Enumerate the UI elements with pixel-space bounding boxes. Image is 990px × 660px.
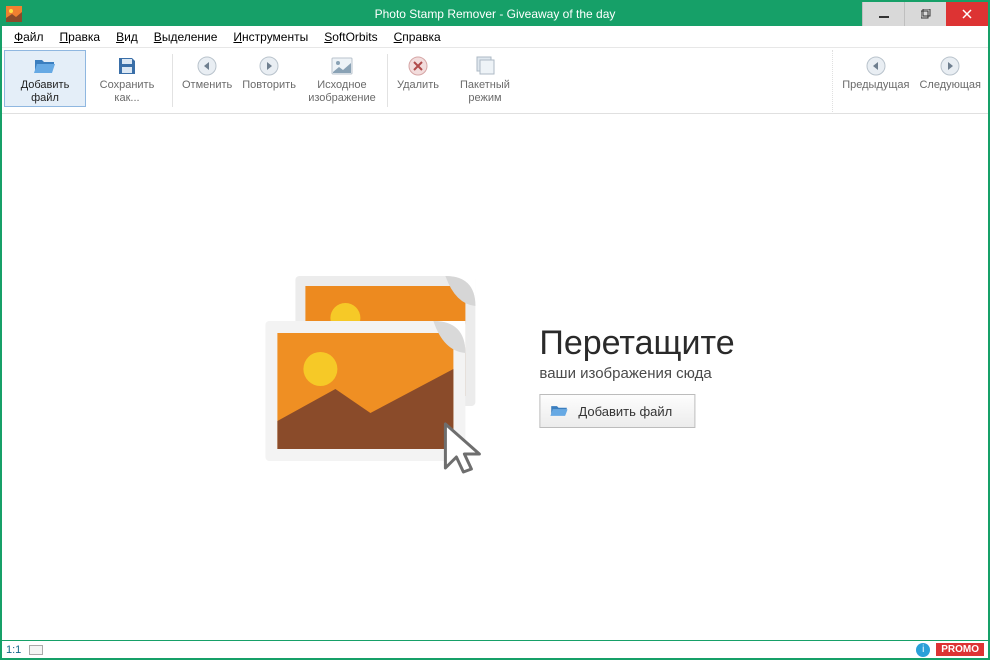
add-file-button-label: Добавить файл (578, 404, 672, 419)
toolbar-separator (172, 54, 173, 107)
toolbar-redo-label: Повторить (242, 79, 296, 92)
undo-icon (196, 55, 218, 77)
delete-icon (407, 55, 429, 77)
window-controls (862, 2, 988, 26)
redo-icon (258, 55, 280, 77)
toolbar-add-file[interactable]: Добавить файл (4, 50, 86, 107)
toolbar-save-as[interactable]: Сохранить как... (86, 50, 168, 107)
toolbar-delete[interactable]: Удалить (392, 50, 444, 95)
toolbar-original[interactable]: Исходное изображение (301, 50, 383, 107)
toolbar-add-file-label: Добавить файл (9, 79, 81, 104)
arrow-right-icon (939, 55, 961, 77)
menu-tools[interactable]: Инструменты (225, 28, 316, 46)
toolbar-redo[interactable]: Повторить (237, 50, 301, 95)
restore-button[interactable] (904, 2, 946, 26)
workspace[interactable]: Перетащите ваши изображения сюда Добавит… (4, 114, 986, 638)
toolbar-prev[interactable]: Предыдущая (837, 50, 914, 95)
batch-icon (474, 55, 496, 77)
folder-open-icon (34, 55, 56, 77)
toolbar-prev-label: Предыдущая (842, 79, 909, 92)
drop-title: Перетащите (539, 324, 734, 363)
zoom-level[interactable]: 1:1 (6, 644, 21, 656)
toolbar-delete-label: Удалить (397, 79, 439, 92)
promo-badge[interactable]: PROMO (936, 643, 984, 656)
toolbar-batch[interactable]: Пакетный режим (444, 50, 526, 107)
drop-hint: Перетащите ваши изображения сюда Добавит… (255, 266, 734, 486)
menu-edit[interactable]: Правка (52, 28, 109, 46)
toolbar-separator (387, 54, 388, 107)
toolbar-save-as-label: Сохранить как... (91, 79, 163, 104)
toolbar-undo-label: Отменить (182, 79, 232, 92)
menu-view[interactable]: Вид (108, 28, 146, 46)
titlebar: Photo Stamp Remover - Giveaway of the da… (2, 2, 988, 26)
toolbar-undo[interactable]: Отменить (177, 50, 237, 95)
save-icon (116, 55, 138, 77)
toolbar-original-label: Исходное изображение (306, 79, 378, 104)
arrow-left-icon (865, 55, 887, 77)
toolbar-next[interactable]: Следующая (914, 50, 986, 95)
menu-file[interactable]: Файл (6, 28, 52, 46)
toolbar-batch-label: Пакетный режим (449, 79, 521, 104)
close-button[interactable] (946, 2, 988, 26)
menu-bar: Файл Правка Вид Выделение Инструменты So… (2, 26, 988, 48)
menu-help[interactable]: Справка (386, 28, 449, 46)
minimize-button[interactable] (862, 2, 904, 26)
menu-selection[interactable]: Выделение (146, 28, 226, 46)
folder-open-icon (550, 404, 568, 418)
drop-subtitle: ваши изображения сюда (539, 365, 734, 382)
toolbar-next-label: Следующая (919, 79, 981, 92)
drop-text: Перетащите ваши изображения сюда Добавит… (539, 324, 734, 428)
app-icon (6, 6, 22, 22)
add-file-button[interactable]: Добавить файл (539, 394, 695, 428)
window-title: Photo Stamp Remover - Giveaway of the da… (2, 7, 988, 21)
toolbar: Добавить файл Сохранить как... Отменить … (2, 48, 988, 114)
info-icon[interactable]: i (916, 643, 930, 657)
menu-softorbits[interactable]: SoftOrbits (316, 28, 385, 46)
drop-illustration (255, 266, 515, 486)
thumbnail-toggle-icon[interactable] (29, 645, 43, 655)
image-icon (331, 55, 353, 77)
status-bar: 1:1 i PROMO (2, 640, 988, 658)
